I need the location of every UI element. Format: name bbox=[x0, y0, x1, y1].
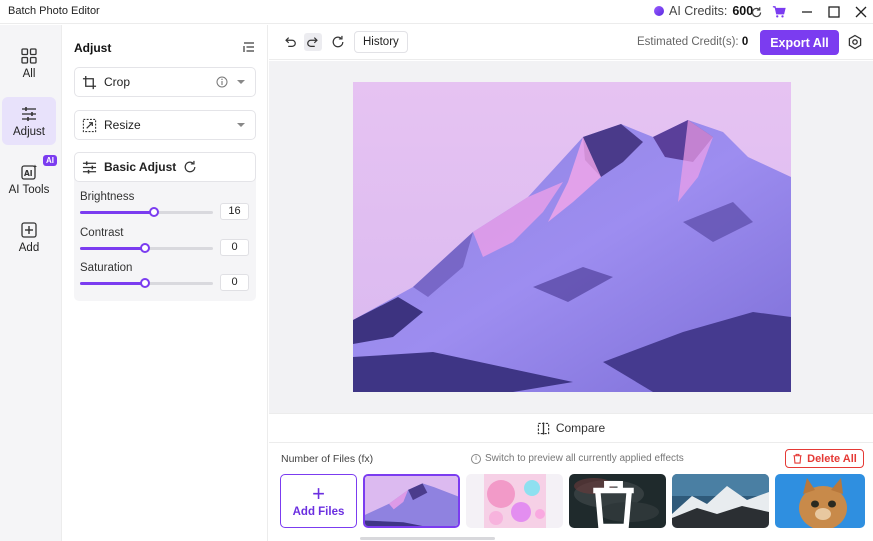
nav-label-adjust: Adjust bbox=[13, 125, 45, 138]
brightness-value[interactable]: 16 bbox=[220, 203, 249, 220]
saturation-knob[interactable] bbox=[140, 278, 151, 288]
brightness-slider[interactable] bbox=[80, 207, 213, 217]
maximize-icon[interactable] bbox=[825, 3, 843, 21]
thumbnail-scrollbar[interactable] bbox=[360, 537, 495, 540]
contrast-fill bbox=[80, 247, 146, 250]
thumbnail-cat[interactable] bbox=[775, 474, 865, 528]
title-bar: Batch Photo Editor AI Credits: 600 bbox=[0, 0, 873, 24]
thumbnail-mountain-purple[interactable] bbox=[363, 474, 460, 528]
chevron-down-icon[interactable] bbox=[237, 80, 245, 84]
trash-icon bbox=[793, 453, 802, 464]
nav-item-adjust[interactable]: Adjust bbox=[2, 97, 56, 145]
contrast-knob[interactable] bbox=[140, 243, 151, 253]
svg-text:AI: AI bbox=[24, 169, 33, 178]
panel-title: Adjust bbox=[74, 41, 112, 55]
thumbnail-bubbles[interactable] bbox=[466, 474, 563, 528]
thumbnail-dark-smoke[interactable] bbox=[569, 474, 666, 528]
contrast-slider[interactable] bbox=[80, 243, 213, 253]
brightness-knob[interactable] bbox=[149, 207, 160, 217]
plus-square-icon bbox=[21, 221, 37, 238]
info-icon: i bbox=[471, 453, 481, 464]
files-count-label: Number of Files (fx) bbox=[281, 453, 374, 465]
info-icon[interactable] bbox=[216, 76, 228, 88]
saturation-fill bbox=[80, 282, 146, 285]
crop-icon bbox=[82, 75, 97, 89]
compare-label: Compare bbox=[555, 421, 606, 435]
trash-icon[interactable] bbox=[569, 477, 662, 528]
credits-gem-icon bbox=[654, 6, 664, 16]
sliders-icon bbox=[82, 160, 97, 174]
plus-icon: + bbox=[312, 481, 325, 506]
contrast-label: Contrast bbox=[80, 227, 124, 239]
resize-icon bbox=[82, 118, 97, 132]
redo-icon[interactable] bbox=[304, 33, 322, 51]
cart-icon[interactable] bbox=[770, 3, 788, 21]
app-title: Batch Photo Editor bbox=[8, 5, 100, 17]
preview-hint: i Switch to preview all currently applie… bbox=[471, 453, 684, 464]
brightness-label: Brightness bbox=[80, 191, 135, 203]
delete-all-label: Delete All bbox=[807, 452, 857, 465]
estimated-label: Estimated Credit(s): bbox=[637, 36, 739, 48]
close-icon[interactable] bbox=[852, 3, 870, 21]
files-strip: Number of Files (fx) i Switch to preview… bbox=[269, 444, 873, 541]
saturation-slider[interactable] bbox=[80, 278, 213, 288]
nav-item-add[interactable]: Add bbox=[2, 213, 56, 261]
delete-all-button[interactable]: Delete All bbox=[785, 449, 864, 468]
adjust-panel: Adjust Crop Resize Basic Adjust Brightne… bbox=[63, 25, 268, 541]
left-nav: All Adjust AI AI Tools Add AI bbox=[0, 25, 62, 541]
preview-image[interactable] bbox=[353, 82, 791, 392]
refresh-icon[interactable] bbox=[747, 3, 765, 21]
saturation-value[interactable]: 0 bbox=[220, 274, 249, 291]
ai-badge: AI bbox=[43, 155, 57, 166]
nav-label-all: All bbox=[22, 67, 36, 80]
estimated-value: 0 bbox=[741, 36, 749, 48]
preview-hint-text: Switch to preview all currently applied … bbox=[485, 453, 684, 464]
main-toolbar: History Estimated Credit(s): 0 Export Al… bbox=[269, 25, 873, 60]
crop-section[interactable]: Crop bbox=[74, 67, 256, 97]
undo-icon[interactable] bbox=[281, 33, 299, 51]
crop-label: Crop bbox=[104, 75, 131, 89]
reset-icon[interactable] bbox=[183, 160, 197, 174]
ai-icon: AI bbox=[21, 164, 37, 180]
nav-item-all[interactable]: All bbox=[2, 39, 56, 87]
resize-label: Resize bbox=[104, 118, 141, 132]
estimated-credits: Estimated Credit(s): 0 bbox=[637, 36, 748, 48]
nav-label-ai-tools: AI Tools bbox=[8, 183, 50, 196]
basic-adjust-header[interactable]: Basic Adjust bbox=[74, 152, 256, 182]
sliders-icon bbox=[22, 106, 36, 121]
basic-adjust-section: Basic Adjust Brightness 16 Contrast 0 Sa… bbox=[74, 152, 256, 301]
add-files-button[interactable]: + Add Files bbox=[280, 474, 357, 528]
add-files-label: Add Files bbox=[292, 506, 345, 518]
history-button[interactable]: History bbox=[354, 31, 408, 53]
list-menu-icon[interactable] bbox=[243, 41, 255, 53]
minimize-icon[interactable] bbox=[798, 3, 816, 21]
thumbnail-mountains[interactable] bbox=[672, 474, 769, 528]
compare-button[interactable]: Compare bbox=[269, 413, 873, 443]
basic-adjust-label: Basic Adjust bbox=[104, 160, 177, 174]
nav-label-add: Add bbox=[18, 241, 40, 254]
credits-label: AI Credits: bbox=[669, 4, 728, 18]
saturation-label: Saturation bbox=[80, 262, 133, 274]
chevron-down-icon[interactable] bbox=[237, 123, 245, 127]
settings-icon[interactable] bbox=[847, 34, 863, 50]
preview-canvas bbox=[269, 61, 873, 413]
export-all-button[interactable]: Export All bbox=[760, 30, 839, 55]
resize-section[interactable]: Resize bbox=[74, 110, 256, 140]
ai-credits: AI Credits: 600 bbox=[654, 4, 753, 18]
contrast-value[interactable]: 0 bbox=[220, 239, 249, 256]
grid-icon bbox=[21, 47, 37, 64]
reset-all-icon[interactable] bbox=[329, 33, 347, 51]
brightness-fill bbox=[80, 211, 155, 214]
compare-icon bbox=[537, 421, 549, 435]
